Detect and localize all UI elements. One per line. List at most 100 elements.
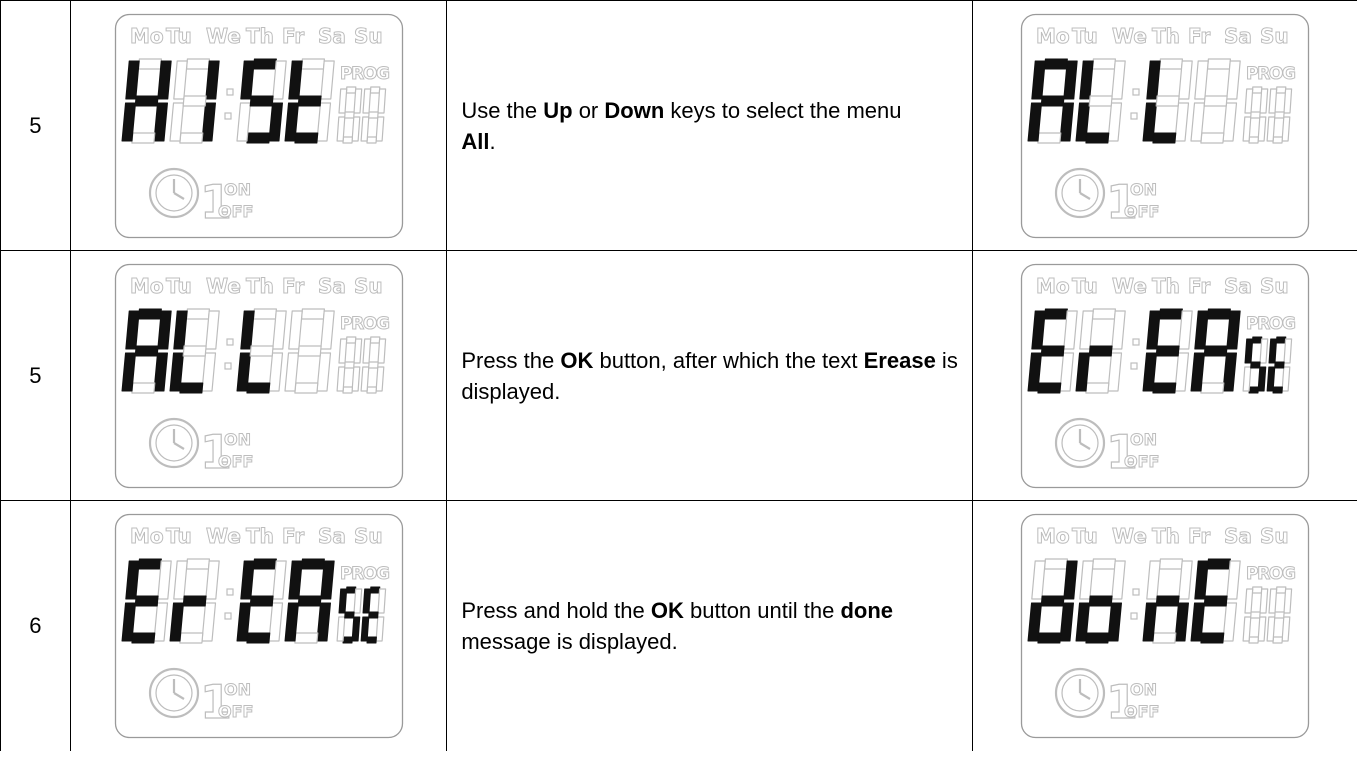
segment-e bbox=[360, 365, 369, 392]
colon-dot bbox=[1130, 111, 1138, 120]
off-label: OFF bbox=[1124, 202, 1159, 221]
on-label: ON bbox=[1130, 430, 1157, 449]
bold-term: done bbox=[840, 597, 894, 623]
segment-d bbox=[1152, 382, 1177, 393]
segment-d bbox=[1037, 632, 1062, 644]
segment-a bbox=[345, 335, 356, 344]
segment-d bbox=[1085, 381, 1110, 394]
bold-term: All bbox=[461, 128, 490, 154]
segment-g bbox=[343, 110, 355, 119]
segment-d bbox=[178, 632, 203, 644]
clock-icon bbox=[148, 167, 199, 218]
instruction-cell: Use the Up or Down keys to select the me… bbox=[446, 0, 974, 251]
segment-g bbox=[1088, 345, 1113, 356]
segment-b bbox=[1259, 337, 1269, 364]
day-fr-label: Fr bbox=[282, 524, 304, 548]
segment-g bbox=[182, 595, 207, 607]
lcd-display-before: Mo Tu We Th Fr Sa SuPROG1ONOFF bbox=[114, 513, 403, 738]
segment-b bbox=[352, 87, 362, 114]
segment-a bbox=[1159, 57, 1184, 70]
text-run: keys to select the menu bbox=[664, 97, 902, 123]
instruction-text: Press the OK button, after which the tex… bbox=[447, 345, 972, 407]
text-run: Press and hold the bbox=[461, 597, 651, 623]
segment-d bbox=[1248, 386, 1260, 393]
day-su-label: Su bbox=[1260, 24, 1289, 48]
colon-dot bbox=[223, 361, 232, 370]
segment-g bbox=[297, 95, 322, 106]
segment-a bbox=[300, 307, 325, 320]
segment-f bbox=[1244, 338, 1254, 363]
instruction-table: 5 Mo Tu We Th Fr Sa Su PROG 1 ON OFF Use the Up or… bbox=[0, 0, 1357, 751]
segment-a bbox=[1044, 558, 1069, 570]
segment-g bbox=[1274, 361, 1285, 368]
segment-a bbox=[252, 58, 277, 69]
segment-a bbox=[137, 57, 162, 70]
segment-g bbox=[1040, 95, 1065, 106]
segment-e bbox=[1242, 616, 1252, 642]
day-mo-label: Mo bbox=[130, 524, 164, 548]
off-label: OFF bbox=[218, 702, 253, 721]
day-su-label: Su bbox=[354, 24, 383, 48]
clock-icon bbox=[1055, 417, 1106, 468]
display-after: Mo Tu We Th Fr Sa Su PROG 1 ON OFF bbox=[972, 500, 1357, 751]
segment-b bbox=[1283, 588, 1293, 614]
segment-g bbox=[249, 95, 274, 106]
segment-d bbox=[341, 385, 353, 394]
segment-g bbox=[1203, 94, 1228, 107]
segment-g bbox=[297, 595, 322, 607]
colon-dot bbox=[1130, 612, 1138, 620]
instruction-text: Press and hold the OK button until the d… bbox=[447, 595, 972, 657]
day-th-label: Th bbox=[1152, 524, 1180, 548]
segment-d bbox=[1272, 135, 1284, 144]
text-run: message is displayed. bbox=[461, 628, 678, 654]
segment-g bbox=[134, 95, 159, 106]
segment-e bbox=[336, 115, 345, 142]
segment-d bbox=[1037, 382, 1062, 393]
off-label: OFF bbox=[1124, 702, 1159, 721]
step-number: 5 bbox=[0, 0, 71, 251]
day-th-label: Th bbox=[246, 24, 274, 48]
segment-c bbox=[351, 616, 360, 642]
segment-d bbox=[130, 131, 155, 144]
colon-dot bbox=[223, 612, 232, 620]
prog-label: PROG bbox=[340, 314, 390, 334]
day-mo-label: Mo bbox=[1036, 24, 1070, 48]
segment-a bbox=[345, 85, 356, 94]
segment-a bbox=[1252, 85, 1263, 94]
day-we-label: We bbox=[206, 274, 241, 298]
segment-g bbox=[367, 360, 379, 369]
day-su-label: Su bbox=[1260, 524, 1289, 548]
segment-g bbox=[134, 345, 159, 356]
segment-d bbox=[178, 382, 203, 393]
segment-a bbox=[300, 558, 325, 570]
segment-c bbox=[375, 365, 384, 392]
segment-a bbox=[1276, 85, 1287, 94]
segment-g bbox=[249, 344, 274, 357]
day-mo-label: Mo bbox=[1036, 524, 1070, 548]
day-th-label: Th bbox=[1152, 24, 1180, 48]
segment-a bbox=[185, 307, 210, 320]
segment-d bbox=[341, 135, 353, 144]
segment-a bbox=[369, 335, 380, 344]
segment-a bbox=[185, 57, 210, 70]
segment-c bbox=[1281, 616, 1291, 642]
segment-d bbox=[1200, 131, 1225, 144]
segment-a bbox=[137, 558, 162, 570]
prog-label: PROG bbox=[340, 564, 390, 584]
segment-a bbox=[185, 558, 210, 570]
segment-a bbox=[1044, 58, 1069, 69]
segment-g bbox=[1155, 94, 1180, 107]
segment-e bbox=[336, 365, 345, 392]
segment-d bbox=[1272, 386, 1284, 393]
segment-g bbox=[1040, 595, 1065, 607]
step-number: 6 bbox=[0, 500, 71, 751]
segment-a bbox=[137, 308, 162, 319]
segment-e bbox=[360, 115, 369, 142]
lcd-display-after: Mo Tu We Th Fr Sa SuPROG1ONOFF bbox=[1021, 513, 1310, 738]
instruction-text: Use the Up or Down keys to select the me… bbox=[447, 95, 972, 157]
segment-b bbox=[1283, 87, 1293, 114]
segment-b bbox=[1259, 87, 1269, 114]
day-we-label: We bbox=[1112, 274, 1147, 298]
segment-f bbox=[337, 337, 347, 364]
on-label: ON bbox=[1130, 680, 1157, 699]
